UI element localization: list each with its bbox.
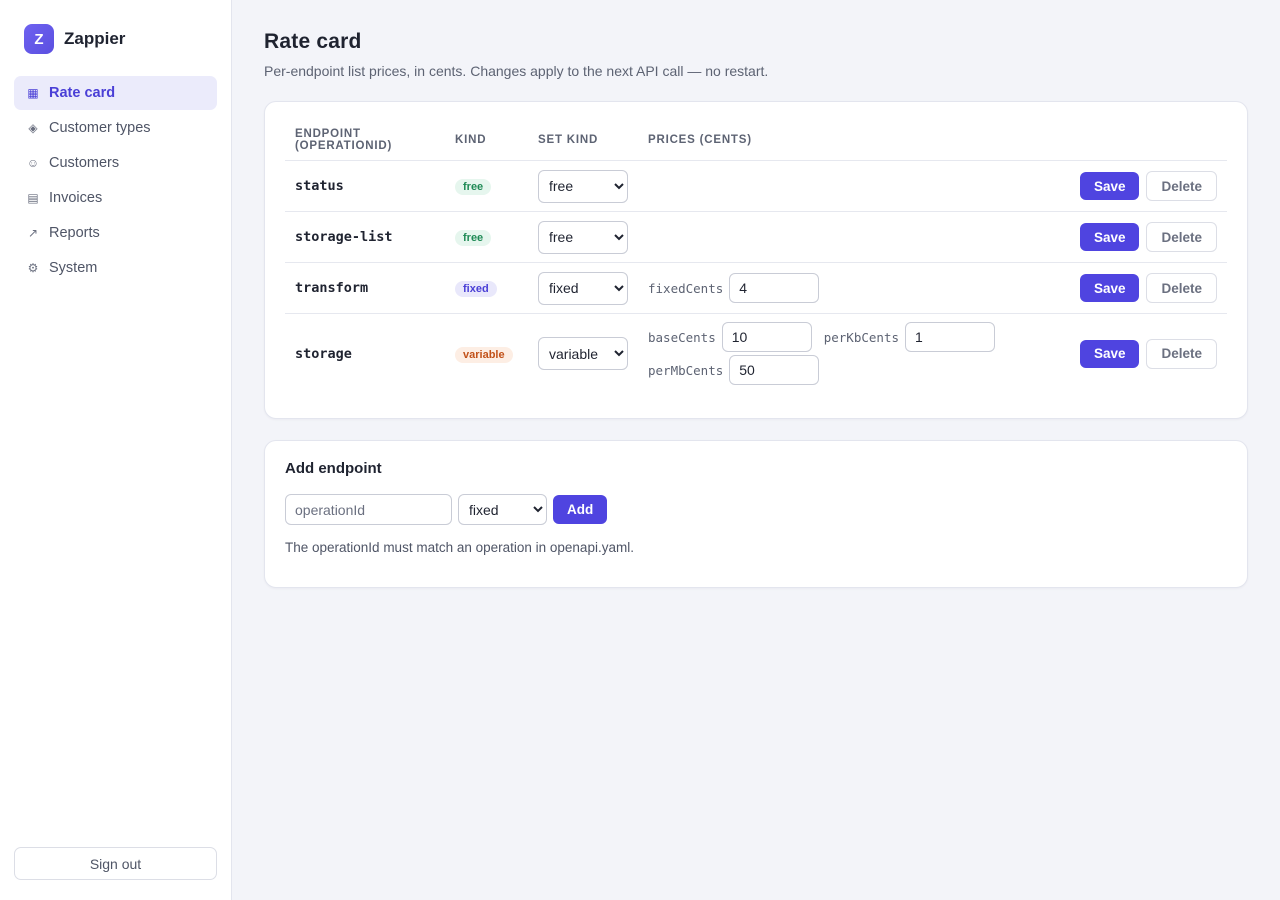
sidebar-item-label: Reports	[49, 225, 100, 241]
price-field-label: baseCents	[648, 329, 716, 345]
prices-cell	[638, 211, 1067, 263]
kind-cell: variable	[445, 314, 528, 394]
table-row: storage variable freefixedvariable baseCent…	[285, 314, 1227, 394]
rate-table-body: statusfreefreefixedvariableSaveDeletesto…	[285, 160, 1227, 394]
price-line-break	[648, 352, 1008, 353]
add-endpoint-hint: The operationId must match an operation …	[285, 540, 634, 555]
kind-cell: free	[445, 211, 528, 263]
price-field-label: perMbCents	[648, 362, 724, 378]
sidebar-item-label: Customers	[49, 155, 120, 171]
delete-button[interactable]: Delete	[1146, 338, 1217, 369]
add-kind-select[interactable]: freefixedvariable	[458, 494, 547, 525]
add-endpoint-title: Add endpoint	[285, 460, 382, 477]
col-endpoint: Endpoint (operationId)	[285, 122, 445, 161]
list-icon: ▤	[27, 191, 39, 205]
sidebar-item-invoices[interactable]: ▤ Invoices	[14, 181, 217, 215]
page-title: Rate card	[264, 30, 362, 53]
col-set-kind: Set kind	[528, 122, 638, 161]
kind-badge: free	[455, 179, 492, 195]
kind-cell: free	[445, 160, 528, 212]
table-row: storage-list free freefixedvariable SaveDel…	[285, 211, 1227, 263]
brand-name: Zappier	[64, 29, 126, 48]
set-kind-select[interactable]: freefixedvariable	[538, 337, 628, 371]
prices-cell: fixedCents	[638, 262, 1067, 314]
price-input-fixedCents[interactable]	[729, 273, 820, 303]
sign-out-button[interactable]: Sign out	[14, 847, 217, 880]
price-field: baseCents	[648, 322, 812, 353]
save-button[interactable]: Save	[1079, 172, 1140, 200]
set-kind-cell: freefixedvariable	[528, 262, 638, 314]
price-field: fixedCents	[648, 273, 820, 303]
operation-id: storage	[295, 345, 352, 362]
operation-id: storage-list	[285, 211, 445, 263]
operation-id: status	[285, 160, 445, 212]
set-kind-select[interactable]: freefixedvariable	[538, 271, 628, 305]
table-row: transform fixed freefixedvariable fixedCent…	[285, 262, 1227, 314]
brand[interactable]: Z Zappier	[24, 24, 125, 54]
price-input-perKbCents[interactable]	[905, 322, 995, 353]
price-field-label: fixedCents	[648, 280, 724, 296]
smiley-icon: ☺	[26, 156, 40, 170]
sidebar-item-label: Customer types	[49, 120, 151, 136]
rate-table: Endpoint (operationId) Kind Set kind Pri…	[285, 122, 1227, 394]
kind-badge: fixed	[455, 281, 497, 297]
trend-arrow-icon: ↗	[27, 226, 39, 240]
delete-button[interactable]: Delete	[1146, 273, 1217, 303]
actions-cell: Save Delete	[1067, 262, 1227, 314]
sidebar-item-rate-card[interactable]: ▦ Rate card	[14, 76, 217, 110]
actions-cell: Save Delete	[1067, 211, 1227, 263]
set-kind-cell: freefixedvariable	[528, 160, 638, 212]
sidebar-item-customer-types[interactable]: ◈ Customer types	[14, 111, 217, 145]
save-button[interactable]: Save	[1079, 339, 1140, 368]
diamond-icon: ◈	[28, 121, 38, 135]
sidebar: Z Zappier ▦ Rate card ◈ Customer types ☺ Cust…	[0, 0, 232, 900]
kind-cell: fixed	[445, 262, 528, 314]
sidebar-nav: ▦ Rate card ◈ Customer types ☺ Customers ▤ Invo…	[14, 76, 217, 286]
prices-cell	[638, 160, 1067, 212]
sidebar-item-reports[interactable]: ↗ Reports	[14, 216, 217, 250]
table-row: status free freefixedvariable SaveDelete	[285, 160, 1227, 212]
col-actions	[1067, 122, 1227, 161]
sidebar-item-label: System	[49, 260, 98, 276]
col-prices: Prices (cents)	[638, 122, 1067, 161]
set-kind-cell: freefixedvariable	[528, 314, 638, 394]
save-button[interactable]: Save	[1079, 223, 1140, 251]
gear-icon: ⚙	[27, 261, 39, 275]
price-fields: fixedCents	[648, 273, 1008, 303]
sidebar-item-label: Rate card	[49, 85, 116, 101]
brand-logo: Z	[24, 24, 54, 54]
col-kind: Kind	[445, 122, 528, 161]
operation-id-input[interactable]	[285, 494, 452, 525]
delete-button[interactable]: Delete	[1146, 222, 1217, 252]
price-input-perMbCents[interactable]	[729, 355, 820, 386]
set-kind-cell: freefixedvariable	[528, 211, 638, 263]
kind-badge: variable	[455, 346, 513, 363]
price-field-label: perKbCents	[823, 329, 899, 345]
price-field: perMbCents	[648, 355, 820, 386]
kind-badge: free	[455, 230, 492, 246]
sidebar-item-customers[interactable]: ☺ Customers	[14, 146, 217, 180]
rate-card-panel: Endpoint (operationId) Kind Set kind Pri…	[264, 101, 1248, 419]
set-kind-select[interactable]: freefixedvariable	[538, 220, 628, 254]
add-endpoint-form: freefixedvariable Add	[285, 494, 1227, 525]
main-content: Rate card Per-endpoint list prices, in c…	[264, 30, 1248, 588]
table-header-row: Endpoint (operationId) Kind Set kind Pri…	[285, 122, 1227, 161]
save-button[interactable]: Save	[1079, 274, 1140, 302]
price-field: perKbCents	[823, 322, 995, 353]
set-kind-select[interactable]: freefixedvariable	[538, 169, 628, 203]
actions-cell: Save Delete	[1067, 314, 1227, 394]
page-subtitle: Per-endpoint list prices, in cents. Chan…	[264, 63, 769, 79]
prices-cell: baseCents perKbCents perMbCents	[638, 314, 1067, 394]
actions-cell: Save Delete	[1067, 160, 1227, 212]
delete-button[interactable]: Delete	[1146, 171, 1217, 201]
sidebar-item-label: Invoices	[49, 190, 103, 206]
price-fields: baseCents perKbCents perMbCents	[648, 322, 1008, 386]
add-endpoint-panel: Add endpoint freefixedvariable Add The o…	[264, 440, 1248, 588]
add-button[interactable]: Add	[553, 495, 608, 524]
sidebar-item-system[interactable]: ⚙ System	[14, 251, 217, 285]
operation-id: transform	[285, 262, 445, 314]
price-input-baseCents[interactable]	[721, 322, 812, 353]
grid-icon: ▦	[27, 86, 39, 100]
